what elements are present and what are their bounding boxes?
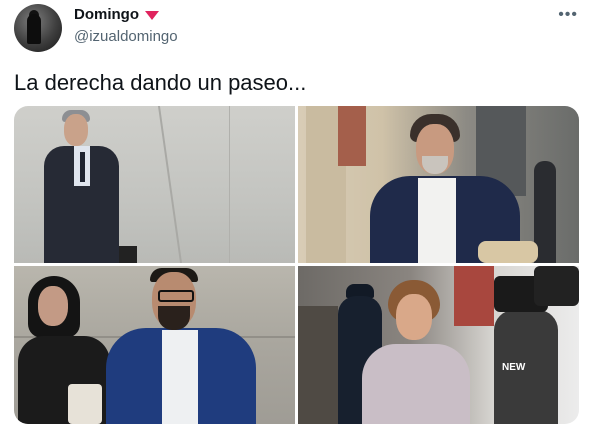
man-face [64, 114, 88, 146]
background-person [454, 266, 494, 326]
more-options-icon[interactable]: ••• [558, 6, 578, 24]
man-shirt [162, 330, 198, 424]
media-grid: NEW [14, 106, 579, 424]
briefcase [119, 246, 137, 263]
wall-crack [157, 106, 183, 263]
camera [534, 266, 579, 306]
tweet-photo-1[interactable] [14, 106, 295, 263]
woman-face [396, 294, 432, 340]
author-name[interactable]: Domingo [74, 6, 139, 23]
carried-coat [478, 241, 538, 263]
wall-crack [229, 106, 230, 263]
press-tag: NEW [502, 362, 526, 373]
avatar[interactable] [14, 4, 62, 52]
author-name-row[interactable]: Domingo [74, 6, 159, 23]
man-tie [80, 152, 85, 182]
tweet-photo-2[interactable] [298, 106, 579, 263]
tweet-photo-3[interactable] [14, 266, 295, 424]
man-beard [158, 306, 190, 330]
handbag [68, 384, 102, 424]
crowd [298, 306, 338, 424]
tweet-photo-4[interactable]: NEW [298, 266, 579, 424]
woman-face [38, 286, 68, 326]
glasses [158, 290, 194, 302]
brick-wall [338, 106, 366, 166]
tweet-text: La derecha dando un paseo... [14, 70, 307, 95]
man-shirt [418, 178, 456, 263]
heart-icon [145, 11, 159, 20]
avatar-figure-shape [27, 14, 41, 44]
author-handle[interactable]: @izualdomingo [74, 28, 178, 45]
woman-jacket [362, 344, 470, 424]
